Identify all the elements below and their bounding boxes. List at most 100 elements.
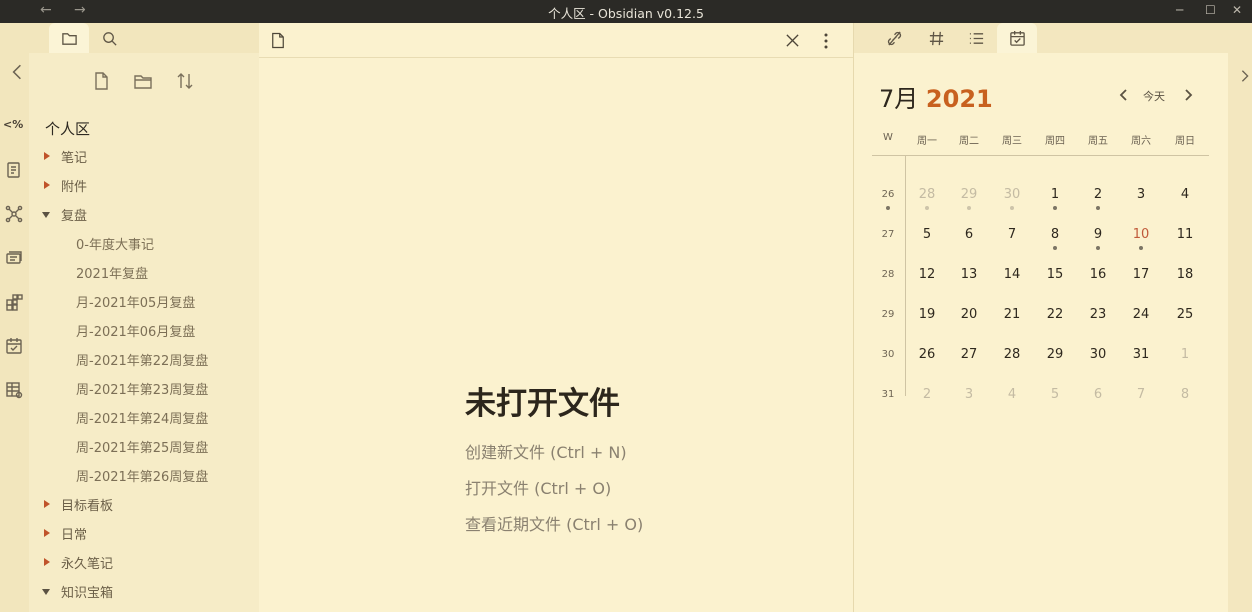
calendar-day[interactable]: 11 — [1167, 227, 1203, 242]
calendar-day[interactable]: 31 — [1123, 347, 1159, 362]
tree-file-item[interactable]: 0-年度大事记 — [76, 234, 154, 253]
chevron-right-icon[interactable] — [44, 558, 50, 566]
chevron-right-icon[interactable] — [44, 181, 50, 189]
tree-folder-item[interactable]: 永久笔记 — [61, 553, 113, 572]
calendar-day[interactable]: 2 — [1080, 187, 1116, 202]
calendar-day[interactable]: 6 — [951, 227, 987, 242]
week-number[interactable]: 27 — [878, 229, 898, 240]
collapse-right-sidebar-icon[interactable] — [1239, 68, 1251, 87]
calendar-day[interactable]: 6 — [1080, 387, 1116, 402]
calendar-day[interactable]: 13 — [951, 267, 987, 282]
calendar-day[interactable]: 7 — [1123, 387, 1159, 402]
today-button[interactable]: 今天 — [1143, 88, 1165, 104]
calendar-day[interactable]: 12 — [909, 267, 945, 282]
calendar-day[interactable]: 26 — [909, 347, 945, 362]
calendar-day[interactable]: 30 — [994, 187, 1030, 202]
new-folder-icon[interactable] — [133, 71, 153, 91]
prev-month-button[interactable] — [1116, 87, 1132, 106]
calendar-day[interactable]: 17 — [1123, 267, 1159, 282]
chevron-right-icon[interactable] — [44, 529, 50, 537]
calendar-day[interactable]: 3 — [1123, 187, 1159, 202]
calendar-day[interactable]: 23 — [1080, 307, 1116, 322]
tab-backlinks[interactable] — [876, 23, 912, 53]
chevron-down-icon[interactable] — [42, 212, 50, 218]
kanban-icon[interactable] — [5, 293, 25, 313]
tree-file-item[interactable]: 周-2021年第22周复盘 — [76, 350, 208, 369]
calendar-day[interactable]: 18 — [1167, 267, 1203, 282]
calendar-day[interactable]: 3 — [951, 387, 987, 402]
calendar-icon[interactable] — [5, 337, 25, 357]
close-icon[interactable] — [785, 33, 800, 48]
calendar-day[interactable]: 19 — [909, 307, 945, 322]
maximize-button[interactable]: ☐ — [1205, 3, 1216, 17]
tree-folder-item[interactable]: 笔记 — [61, 147, 87, 166]
calendar-day[interactable]: 16 — [1080, 267, 1116, 282]
minimize-button[interactable]: ─ — [1176, 3, 1183, 17]
chevron-right-icon[interactable] — [44, 500, 50, 508]
cards-icon[interactable] — [5, 249, 25, 269]
tree-folder-item[interactable]: 日常 — [61, 524, 87, 543]
open-file-action[interactable]: 打开文件 (Ctrl + O) — [465, 475, 611, 499]
calendar-day[interactable]: 28 — [994, 347, 1030, 362]
tab-file-explorer[interactable] — [49, 23, 89, 53]
calendar-day[interactable]: 22 — [1037, 307, 1073, 322]
calendar-day[interactable]: 21 — [994, 307, 1030, 322]
calendar-day[interactable]: 4 — [994, 387, 1030, 402]
week-number[interactable]: 28 — [878, 269, 898, 280]
sort-icon[interactable] — [175, 71, 195, 91]
calendar-day[interactable]: 27 — [951, 347, 987, 362]
tree-file-item[interactable]: 周-2021年第23周复盘 — [76, 379, 208, 398]
calendar-day[interactable]: 1 — [1037, 187, 1073, 202]
calendar-day[interactable]: 14 — [994, 267, 1030, 282]
calendar-day[interactable]: 30 — [1080, 347, 1116, 362]
tab-outline[interactable] — [958, 23, 994, 53]
page-icon[interactable] — [5, 161, 25, 181]
code-toggle-icon[interactable]: <% — [3, 118, 23, 138]
calendar-day[interactable]: 15 — [1037, 267, 1073, 282]
new-note-icon[interactable] — [91, 71, 111, 91]
calendar-day[interactable]: 29 — [1037, 347, 1073, 362]
tree-folder-item[interactable]: 附件 — [61, 176, 87, 195]
vault-name[interactable]: 个人区 — [45, 118, 90, 139]
calendar-day[interactable]: 5 — [909, 227, 945, 242]
calendar-day[interactable]: 20 — [951, 307, 987, 322]
calendar-day[interactable]: 5 — [1037, 387, 1073, 402]
calendar-day[interactable]: 8 — [1167, 387, 1203, 402]
chevron-right-icon[interactable] — [44, 152, 50, 160]
calendar-day[interactable]: 9 — [1080, 227, 1116, 242]
collapse-left-sidebar-icon[interactable] — [8, 63, 28, 83]
tab-calendar[interactable] — [997, 23, 1037, 53]
recent-files-action[interactable]: 查看近期文件 (Ctrl + O) — [465, 511, 643, 535]
chevron-down-icon[interactable] — [42, 589, 50, 595]
week-number[interactable]: 30 — [878, 349, 898, 360]
calendar-day[interactable]: 29 — [951, 187, 987, 202]
calendar-day[interactable]: 4 — [1167, 187, 1203, 202]
week-number[interactable]: 26 — [878, 189, 898, 200]
calendar-day[interactable]: 10 — [1123, 227, 1159, 242]
create-new-file-action[interactable]: 创建新文件 (Ctrl + N) — [465, 439, 627, 463]
tree-file-item[interactable]: 2021年复盘 — [76, 263, 148, 282]
table-icon[interactable] — [5, 381, 25, 401]
calendar-day[interactable]: 2 — [909, 387, 945, 402]
tab-tags[interactable] — [918, 23, 954, 53]
calendar-day[interactable]: 8 — [1037, 227, 1073, 242]
calendar-day[interactable]: 24 — [1123, 307, 1159, 322]
calendar-day[interactable]: 7 — [994, 227, 1030, 242]
tree-file-item[interactable]: 周-2021年第25周复盘 — [76, 437, 208, 456]
tree-file-item[interactable]: 月-2021年05月复盘 — [76, 292, 195, 311]
calendar-day[interactable]: 1 — [1167, 347, 1203, 362]
graph-icon[interactable] — [5, 205, 25, 225]
next-month-button[interactable] — [1180, 87, 1196, 106]
tree-folder-item[interactable]: 目标看板 — [61, 495, 113, 514]
calendar-day[interactable]: 28 — [909, 187, 945, 202]
calendar-day[interactable]: 25 — [1167, 307, 1203, 322]
close-window-button[interactable]: ✕ — [1232, 3, 1242, 17]
week-number[interactable]: 31 — [878, 389, 898, 400]
tree-file-item[interactable]: 月-2021年06月复盘 — [76, 321, 195, 340]
week-number[interactable]: 29 — [878, 309, 898, 320]
tree-folder-item[interactable]: 知识宝箱 — [61, 582, 113, 601]
tree-file-item[interactable]: 周-2021年第24周复盘 — [76, 408, 208, 427]
tree-file-item[interactable]: 周-2021年第26周复盘 — [76, 466, 208, 485]
tree-folder-item[interactable]: 复盘 — [61, 205, 87, 224]
more-options-icon[interactable] — [823, 32, 829, 50]
